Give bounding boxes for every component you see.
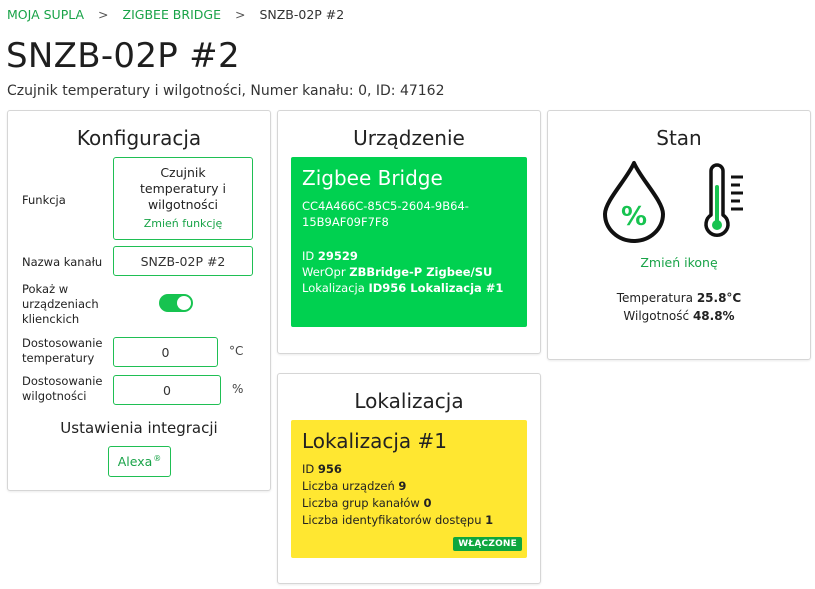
device-guid-line2: 15B9AF09F7F8 [302,215,389,229]
hum-unit: % [232,382,244,396]
alexa-registered-mark: ® [153,454,162,463]
hum-adjust-label: Dostosowanie wilgotności [22,374,102,404]
device-weropr-value: ZBBridge-P Zigbee/SU [349,265,493,279]
humidity-readout: Wilgotność 48.8% [548,309,810,323]
breadcrumb-parent-link[interactable]: ZIGBEE BRIDGE [123,7,221,22]
change-function-link[interactable]: Zmień funkcję [114,216,252,232]
temp-unit: °C [229,344,244,358]
page-subtitle: Czujnik temperatury i wilgotności, Numer… [7,83,445,99]
location-name: Lokalizacja #1 [302,429,448,453]
device-weropr-row: WerOpr ZBBridge-P Zigbee/SU [302,264,503,280]
device-weropr-label: WerOpr [302,265,346,279]
device-id-label: ID [302,249,315,263]
device-location-label: Lokalizacja [302,281,365,295]
location-devices-value: 9 [398,479,407,493]
device-location-value: ID956 Lokalizacja #1 [368,281,504,295]
device-panel[interactable]: Zigbee Bridge CC4A466C-85C5-2604-9B64- 1… [291,157,527,327]
temp-adjust-label-line2: temperatury [22,351,95,365]
breadcrumb: MOJA SUPLA > ZIGBEE BRIDGE > SNZB-02P #2 [7,7,344,22]
hum-adjust-label-line2: wilgotności [22,389,87,403]
function-label: Funkcja [22,193,66,207]
integrations-title: Ustawienia integracji [60,419,218,437]
temperature-label: Temperatura [616,291,693,305]
location-devices-row: Liczba urządzeń 9 [302,478,493,495]
device-id-value: 29529 [317,249,358,263]
config-title: Konfiguracja [76,126,202,150]
state-card: Stan % Zmień ikonę Temperatura 25.8°C Wi… [547,110,811,360]
location-id-label: ID [302,462,315,476]
function-value-line2: temperatury i [140,181,226,196]
location-card: Lokalizacja Lokalizacja #1 ID 956 Liczba… [277,373,541,584]
location-id-row: ID 956 [302,461,493,478]
toggle-knob [177,296,191,310]
location-groups-value: 0 [423,496,432,510]
device-id-row: ID 29529 [302,248,503,264]
location-title: Lokalizacja [354,389,464,413]
device-details: ID 29529 WerOpr ZBBridge-P Zigbee/SU Lok… [302,248,503,296]
hum-adjust-label-line1: Dostosowanie [22,374,103,388]
device-name: Zigbee Bridge [302,166,443,190]
function-value-line1: Czujnik [160,165,206,180]
location-groups-label: Liczba grup kanałów [302,496,420,510]
breadcrumb-current: SNZB-02P #2 [259,7,345,22]
location-panel[interactable]: Lokalizacja #1 ID 956 Liczba urządzeń 9 … [291,420,527,558]
channel-name-input[interactable]: SNZB-02P #2 [113,246,253,276]
temp-adjust-label: Dostosowanie temperatury [22,336,102,366]
breadcrumb-separator: > [98,7,109,22]
config-card: Konfiguracja Funkcja Czujnik temperatury… [7,110,271,491]
thermometer-icon [704,163,743,237]
temperature-value: 25.8°C [696,291,742,305]
status-badge: WŁĄCZONE [453,537,522,551]
page-title: SNZB-02P #2 [6,36,240,76]
location-access-ids-row: Liczba identyfikatorów dostępu 1 [302,512,493,529]
device-guid-line1: CC4A466C-85C5-2604-9B64- [302,199,469,213]
state-title: Stan [656,126,702,150]
temp-adjust-input[interactable]: 0 [113,337,218,367]
show-in-clients-label-line2: urządzeniach [22,297,99,311]
show-in-clients-label: Pokaż w urządzeniach klienckich [22,282,99,327]
humidity-value: 48.8% [692,309,735,323]
location-id-value: 956 [317,462,342,476]
breadcrumb-home-link[interactable]: MOJA SUPLA [7,7,84,22]
device-title: Urządzenie [353,126,465,150]
device-card: Urządzenie Zigbee Bridge CC4A466C-85C5-2… [277,110,541,354]
hum-adjust-input[interactable]: 0 [113,375,221,405]
breadcrumb-separator: > [234,7,246,22]
temp-adjust-label-line1: Dostosowanie [22,336,103,350]
humidity-label: Wilgotność [623,309,690,323]
alexa-button[interactable]: Alexa ® [108,446,171,477]
location-devices-label: Liczba urządzeń [302,479,395,493]
device-location-row: Lokalizacja ID956 Lokalizacja #1 [302,280,503,296]
function-value-line3: wilgotności [147,197,219,212]
device-guid: CC4A466C-85C5-2604-9B64- 15B9AF09F7F8 [302,198,469,230]
show-in-clients-label-line1: Pokaż w [22,282,69,296]
function-box[interactable]: Czujnik temperatury i wilgotności Zmień … [113,157,253,240]
temperature-readout: Temperatura 25.8°C [548,291,810,305]
show-in-clients-toggle[interactable] [159,294,193,312]
location-access-ids-label: Liczba identyfikatorów dostępu [302,513,482,527]
change-icon-link[interactable]: Zmień ikonę [548,255,810,270]
alexa-label: Alexa [117,454,153,469]
humidity-drop-icon: % [603,161,665,243]
svg-text:%: % [621,202,647,232]
location-access-ids-value: 1 [485,513,494,527]
location-details: ID 956 Liczba urządzeń 9 Liczba grup kan… [302,461,493,529]
show-in-clients-label-line3: klienckich [22,312,80,326]
channel-name-label: Nazwa kanału [22,255,103,269]
location-groups-row: Liczba grup kanałów 0 [302,495,493,512]
